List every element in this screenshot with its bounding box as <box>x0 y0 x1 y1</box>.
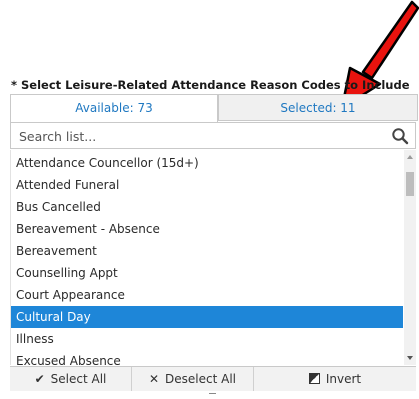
divider <box>209 393 216 394</box>
x-icon: ✕ <box>148 372 160 386</box>
search-box <box>10 122 416 149</box>
list-item[interactable]: Excused Absence <box>11 350 403 365</box>
select-all-button[interactable]: ✔ Select All <box>10 367 132 391</box>
invert-icon <box>308 373 320 384</box>
list-item[interactable]: Bereavement - Absence <box>11 218 403 240</box>
invert-button[interactable]: Invert <box>254 367 416 391</box>
invert-label: Invert <box>325 372 362 386</box>
scroll-down-icon[interactable] <box>404 351 416 365</box>
scrollbar-thumb[interactable] <box>406 172 414 196</box>
checkmark-icon: ✔ <box>34 372 45 386</box>
list-item[interactable]: Attendance Councellor (15d+) <box>11 152 403 174</box>
select-all-label: Select All <box>50 372 107 386</box>
scroll-up-icon[interactable] <box>404 150 416 164</box>
tab-selected[interactable]: Selected: 11 <box>218 94 418 121</box>
reason-code-list: Attendance Councellor (15d+) Attended Fu… <box>10 150 417 365</box>
search-input[interactable] <box>19 127 379 145</box>
list-item[interactable]: Court Appearance <box>11 284 403 306</box>
list-item[interactable]: Bereavement <box>11 240 403 262</box>
list-item-highlighted[interactable]: Cultural Day <box>11 306 403 328</box>
list-item[interactable]: Attended Funeral <box>11 174 403 196</box>
deselect-all-label: Deselect All <box>165 372 237 386</box>
list-item[interactable]: Bus Cancelled <box>11 196 403 218</box>
field-label: * Select Leisure-Related Attendance Reas… <box>11 78 410 92</box>
search-icon[interactable] <box>391 127 409 145</box>
list-item[interactable]: Counselling Appt <box>11 262 403 284</box>
tab-bar: Available: 73 Selected: 11 <box>10 94 418 122</box>
list-item[interactable]: Illness <box>11 328 403 350</box>
deselect-all-button[interactable]: ✕ Deselect All <box>132 367 254 391</box>
tab-available[interactable]: Available: 73 <box>10 94 218 122</box>
list-actions-bar: ✔ Select All ✕ Deselect All Invert <box>10 366 416 391</box>
list-scrollbar[interactable] <box>404 150 416 365</box>
